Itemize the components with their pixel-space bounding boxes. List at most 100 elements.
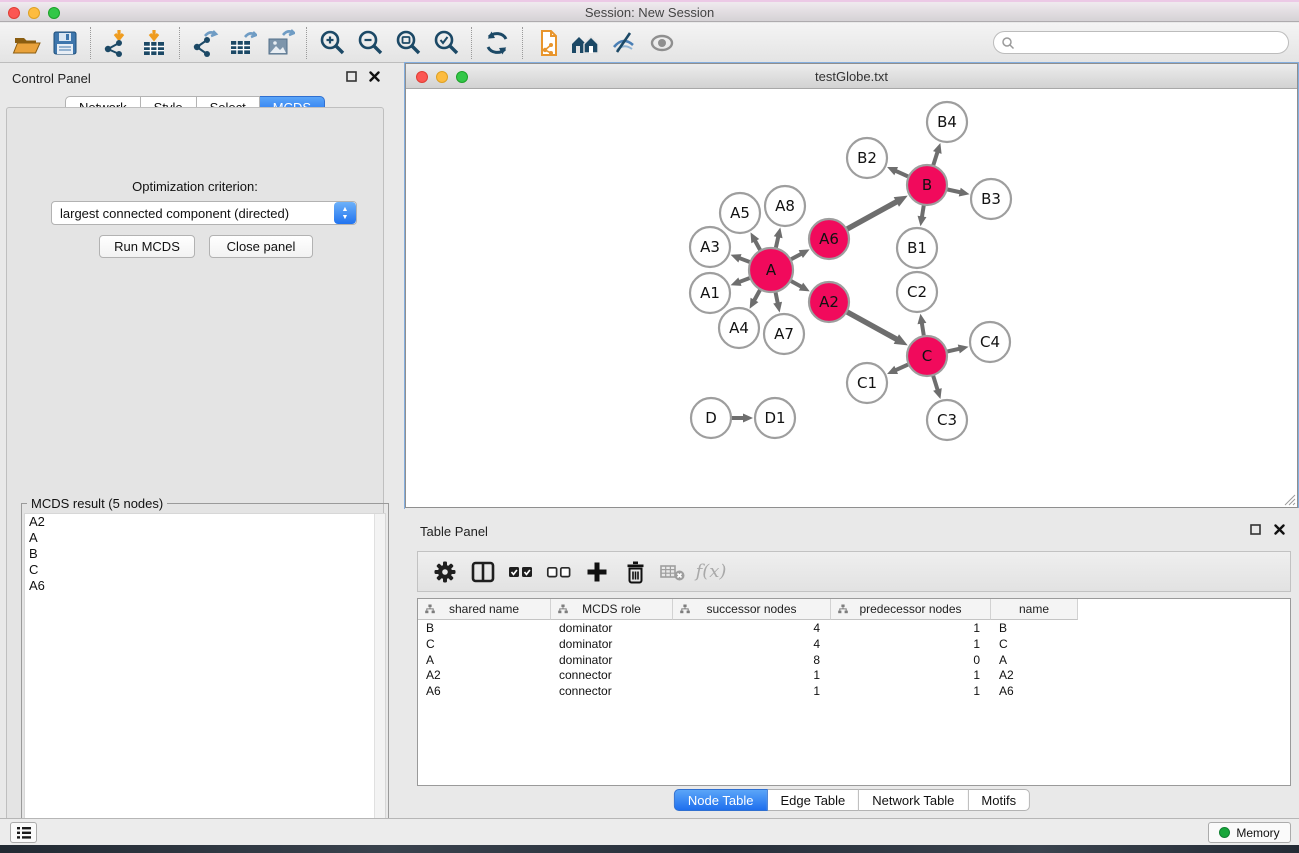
graph-node-label: A8	[775, 197, 795, 215]
show-columns-icon[interactable]	[464, 555, 502, 589]
unselect-all-columns-icon[interactable]	[540, 555, 578, 589]
mcds-result-item[interactable]: A2	[25, 514, 385, 530]
float-table-panel-icon[interactable]	[1250, 524, 1261, 535]
tab-network-table[interactable]: Network Table	[859, 789, 968, 811]
hide-graphics-details-icon[interactable]	[605, 26, 643, 60]
table-panel-title: Table Panel	[420, 524, 488, 539]
new-session-from-network-icon[interactable]	[529, 26, 567, 60]
float-panel-icon[interactable]	[346, 71, 357, 82]
table-cell[interactable]: 8	[673, 652, 831, 668]
table-cell[interactable]: C	[418, 636, 551, 652]
graph-node-label: B1	[907, 239, 927, 257]
table-cell[interactable]: A2	[991, 667, 1078, 683]
zoom-selected-icon[interactable]	[427, 26, 465, 60]
zoom-in-icon[interactable]	[313, 26, 351, 60]
table-cell[interactable]: 4	[673, 620, 831, 636]
table-cell[interactable]: A	[418, 652, 551, 668]
resize-grip-icon[interactable]	[1282, 492, 1296, 506]
table-options-gear-icon[interactable]	[426, 555, 464, 589]
table-cell[interactable]: A	[991, 652, 1078, 668]
graph-edge-arrowhead-icon	[958, 345, 969, 354]
table-cell[interactable]: dominator	[551, 652, 673, 668]
zoom-fit-icon[interactable]	[389, 26, 427, 60]
app-titlebar: Session: New Session	[0, 0, 1299, 22]
network-window-titlebar[interactable]: testGlobe.txt	[406, 64, 1297, 89]
task-history-button[interactable]	[10, 822, 37, 843]
export-table-icon[interactable]	[224, 26, 262, 60]
mcds-result-item[interactable]: C	[25, 562, 385, 578]
zoom-out-icon[interactable]	[351, 26, 389, 60]
mcds-result-list[interactable]: A2ABCA6	[24, 513, 386, 841]
close-panel-icon[interactable]	[369, 71, 380, 82]
table-cell[interactable]: dominator	[551, 620, 673, 636]
export-image-icon[interactable]	[262, 26, 300, 60]
table-cell[interactable]: 0	[831, 652, 991, 668]
first-neighbors-icon[interactable]	[567, 26, 605, 60]
table-cell[interactable]: C	[991, 636, 1078, 652]
graph-edge-arrowhead-icon	[731, 254, 742, 262]
refresh-icon[interactable]	[478, 26, 516, 60]
open-folder-icon[interactable]	[8, 26, 46, 60]
table-cell[interactable]: 1	[831, 667, 991, 683]
graph-node-label: A3	[700, 238, 720, 256]
table-cell[interactable]: 1	[831, 620, 991, 636]
column-header-shared-name[interactable]: shared name	[418, 599, 551, 620]
graph-node-label: A6	[819, 230, 839, 248]
graph-edge-arrowhead-icon	[933, 143, 942, 154]
run-mcds-button[interactable]: Run MCDS	[99, 235, 195, 258]
column-header-predecessor-nodes[interactable]: predecessor nodes	[831, 599, 991, 620]
network-canvas[interactable]: B4B2BB3A8A5A6A3B1AC2A1A2A4A7C4CC1C3DD1	[406, 89, 1297, 507]
table-cell[interactable]: 1	[673, 667, 831, 683]
column-header-MCDS-role[interactable]: MCDS role	[551, 599, 673, 620]
save-session-icon[interactable]	[46, 26, 84, 60]
table-cell[interactable]: A6	[418, 683, 551, 699]
table-cell[interactable]: connector	[551, 683, 673, 699]
add-column-icon[interactable]	[578, 555, 616, 589]
graph-node-label: B2	[857, 149, 877, 167]
node-table[interactable]: shared nameMCDS rolesuccessor nodesprede…	[417, 598, 1291, 786]
memory-button[interactable]: Memory	[1208, 822, 1291, 843]
export-network-icon[interactable]	[186, 26, 224, 60]
function-builder-icon[interactable]: f(x)	[692, 555, 730, 589]
criterion-dropdown[interactable]: largest connected component (directed) ▲…	[51, 201, 357, 225]
table-cell[interactable]: A6	[991, 683, 1078, 699]
search-input[interactable]	[1015, 33, 1288, 52]
tab-motifs[interactable]: Motifs	[968, 789, 1030, 811]
fx-label: f(x)	[696, 561, 727, 582]
graph-edge-arrowhead-icon	[774, 227, 783, 238]
table-cell[interactable]: dominator	[551, 636, 673, 652]
delete-columns-icon[interactable]	[616, 555, 654, 589]
table-row[interactable]: Bdominator41B	[418, 620, 1290, 636]
table-cell[interactable]: B	[991, 620, 1078, 636]
delete-table-icon[interactable]	[654, 555, 692, 589]
table-row[interactable]: A2connector11A2	[418, 667, 1290, 683]
column-type-icon	[425, 604, 435, 614]
table-row[interactable]: A6connector11A6	[418, 683, 1290, 699]
tab-node-table[interactable]: Node Table	[674, 789, 768, 811]
table-cell[interactable]: 4	[673, 636, 831, 652]
table-row[interactable]: Cdominator41C	[418, 636, 1290, 652]
table-cell[interactable]: 1	[831, 683, 991, 699]
table-row[interactable]: Adominator80A	[418, 652, 1290, 668]
tab-edge-table[interactable]: Edge Table	[767, 789, 859, 811]
table-cell[interactable]: 1	[831, 636, 991, 652]
column-header-name[interactable]: name	[991, 599, 1078, 620]
mcds-result-item[interactable]: A6	[25, 578, 385, 594]
mcds-result-item[interactable]: A	[25, 530, 385, 546]
node-table-body: Bdominator41BCdominator41CAdominator80AA…	[418, 620, 1290, 699]
table-cell[interactable]: 1	[673, 683, 831, 699]
import-table-icon[interactable]	[135, 26, 173, 60]
close-table-panel-icon[interactable]	[1274, 524, 1285, 535]
graph-node-label: C3	[937, 411, 957, 429]
close-panel-button[interactable]: Close panel	[209, 235, 313, 258]
mcds-result-item[interactable]: B	[25, 546, 385, 562]
table-cell[interactable]: connector	[551, 667, 673, 683]
import-network-icon[interactable]	[97, 26, 135, 60]
mcds-list-scrollbar[interactable]	[374, 514, 385, 840]
table-cell[interactable]: B	[418, 620, 551, 636]
select-all-columns-icon[interactable]	[502, 555, 540, 589]
mcds-result-group: MCDS result (5 nodes) A2ABCA6	[21, 503, 389, 844]
column-header-successor-nodes[interactable]: successor nodes	[673, 599, 831, 620]
show-hide-panel-eye-icon[interactable]	[643, 26, 681, 60]
table-cell[interactable]: A2	[418, 667, 551, 683]
